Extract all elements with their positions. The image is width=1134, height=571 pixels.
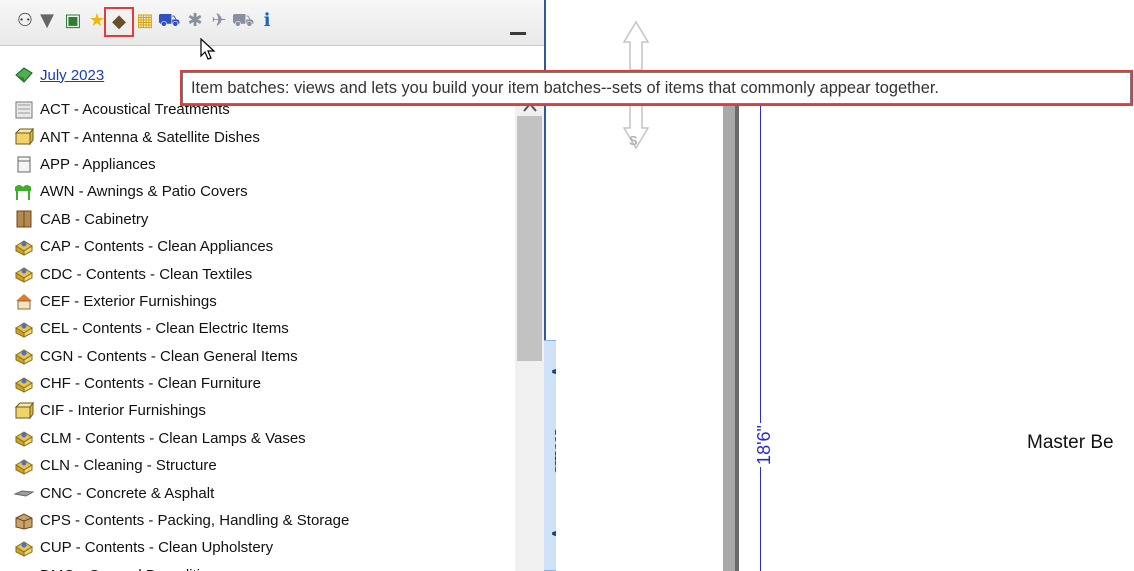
category-label: CLN - Cleaning - Structure [40, 457, 217, 475]
appliance-icon [14, 155, 34, 173]
category-label: AWN - Awnings & Patio Covers [40, 183, 248, 201]
category-item[interactable]: CAP - Contents - Clean Appliances [14, 233, 514, 260]
contents-icon [14, 375, 34, 393]
price-list-link[interactable]: July 2023 [40, 67, 104, 84]
star-icon[interactable]: ★ [86, 10, 108, 32]
wall-inner [735, 80, 739, 571]
category-item[interactable]: CEF - Exterior Furnishings [14, 288, 514, 315]
category-label: CNC - Concrete & Asphalt [40, 484, 215, 502]
star-gray-icon[interactable]: ✱ [184, 10, 206, 32]
contents-icon [14, 457, 34, 475]
category-label: CHF - Contents - Clean Furniture [40, 375, 261, 393]
filter-icon[interactable]: ▼ [36, 10, 58, 32]
cart-icon[interactable]: ⛟ [158, 10, 181, 32]
house-icon [14, 292, 34, 310]
box-icon [14, 401, 34, 420]
category-item[interactable]: CIF - Interior Furnishings [14, 397, 514, 424]
mouse-cursor-icon [200, 38, 216, 60]
contents-icon [14, 265, 34, 283]
cabinet-icon [14, 210, 34, 228]
category-label: CEL - Contents - Clean Electric Items [40, 320, 289, 338]
acoustical-icon [14, 101, 34, 119]
item-batches-icon[interactable]: ◆ [104, 7, 134, 37]
category-label: CLM - Contents - Clean Lamps & Vases [40, 429, 306, 447]
category-label: APP - Appliances [40, 155, 156, 173]
contents-icon [14, 429, 34, 448]
category-item[interactable]: DMO - General Demolition [14, 562, 514, 571]
price-list-icon [15, 67, 33, 83]
awning-icon [14, 183, 34, 201]
category-label: CUP - Contents - Clean Upholstery [40, 539, 274, 557]
concrete-icon [14, 484, 35, 502]
scroll-thumb[interactable] [517, 116, 542, 361]
contents-icon [14, 238, 34, 256]
category-item[interactable]: CPS - Contents - Packing, Handling & Sto… [14, 507, 514, 534]
category-item[interactable]: APP - Appliances [14, 151, 514, 178]
package-icon [14, 512, 34, 530]
toolbar: ⚇ ▼ ▣ ★ ◆ ▦ ⛟ ✱ ✈ ⛟ ℹ [0, 0, 544, 46]
category-item[interactable]: CDC - Contents - Clean Textiles [14, 260, 514, 287]
item-batches-tooltip: Item batches: views and lets you build y… [180, 70, 1133, 106]
category-item[interactable]: CAB - Cabinetry [14, 206, 514, 233]
contents-icon [14, 320, 34, 338]
category-item[interactable]: CUP - Contents - Clean Upholstery [14, 534, 514, 561]
picture-icon[interactable]: ▣ [62, 10, 84, 32]
category-label: CEF - Exterior Furnishings [40, 292, 217, 310]
dimension-line [760, 90, 761, 571]
scrollbar[interactable] [515, 96, 544, 571]
category-item[interactable]: CLN - Cleaning - Structure [14, 452, 514, 479]
category-label: CIF - Interior Furnishings [40, 402, 206, 420]
category-label: CPS - Contents - Packing, Handling & Sto… [40, 512, 350, 530]
category-label: ANT - Antenna & Satellite Dishes [40, 128, 260, 146]
category-list: ACT - Acoustical Treatments ANT - Antenna… [14, 96, 514, 571]
table-icon[interactable]: ▦ [134, 10, 156, 32]
info-icon[interactable]: ℹ [256, 10, 278, 32]
demolition-icon [14, 566, 34, 571]
category-item[interactable]: CGN - Contents - Clean General Items [14, 343, 514, 370]
contents-icon [14, 539, 34, 557]
category-item[interactable]: CNC - Concrete & Asphalt [14, 479, 514, 506]
wall-outer [723, 80, 735, 571]
box-icon [14, 127, 34, 146]
category-item[interactable]: AWN - Awnings & Patio Covers [14, 178, 514, 205]
minimize-button[interactable] [510, 32, 526, 35]
dimension-vertical-label: 18'6" [753, 423, 775, 467]
contents-icon [14, 347, 34, 366]
category-label: CAP - Contents - Clean Appliances [40, 238, 274, 256]
pin-gray-icon[interactable]: ✈ [208, 10, 230, 32]
category-label: DMO - General Demolition [40, 567, 217, 571]
compass-south-label: S [629, 133, 638, 148]
category-item[interactable]: CHF - Contents - Clean Furniture [14, 370, 514, 397]
binoculars-icon[interactable]: ⚇ [14, 10, 36, 32]
category-label: CGN - Contents - Clean General Items [40, 347, 298, 365]
category-item[interactable]: CLM - Contents - Clean Lamps & Vases [14, 425, 514, 452]
category-label: CDC - Contents - Clean Textiles [40, 265, 253, 283]
category-item[interactable]: CEL - Contents - Clean Electric Items [14, 315, 514, 342]
cart-gray-icon[interactable]: ⛟ [232, 10, 255, 32]
room-label[interactable]: Master Be [1027, 432, 1114, 454]
category-label: CAB - Cabinetry [40, 210, 149, 228]
category-item[interactable]: ANT - Antenna & Satellite Dishes [14, 123, 514, 150]
